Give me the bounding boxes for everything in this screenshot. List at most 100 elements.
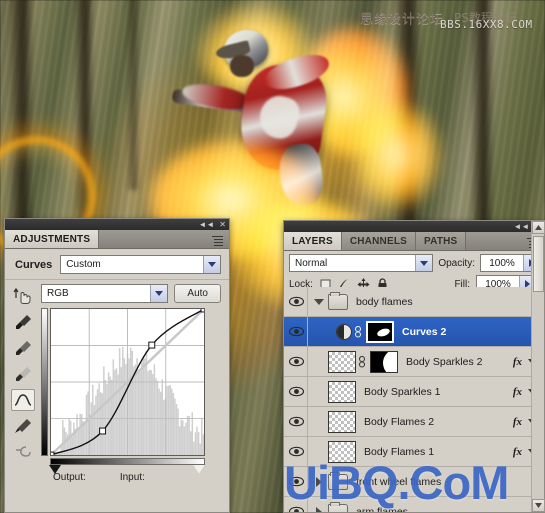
- layer-visibility-toggle[interactable]: [286, 437, 308, 466]
- layer-name: Body Flames 1: [364, 445, 435, 458]
- layer-name: Body Sparkles 1: [364, 385, 441, 398]
- layer-thumbnail[interactable]: [328, 350, 356, 373]
- channel-select-value: RGB: [47, 288, 69, 299]
- gray-point-eyedropper-icon[interactable]: [11, 337, 35, 359]
- input-label: Input:: [119, 472, 145, 483]
- layers-scrollbar[interactable]: [531, 221, 545, 512]
- collapse-icon[interactable]: ◄◄: [513, 222, 529, 231]
- layer-row[interactable]: body flames: [284, 287, 544, 317]
- folder-icon: [328, 291, 348, 310]
- curves-toolbar: [5, 280, 41, 483]
- eye-glyph: [289, 296, 304, 307]
- layer-name: arm flames: [356, 505, 408, 513]
- eye-glyph: [289, 416, 304, 427]
- layer-effects-icon[interactable]: fx: [513, 416, 522, 428]
- blend-opacity-row: Normal Opacity: 100%: [289, 254, 539, 272]
- layer-name: Body Sparkles 2: [406, 355, 483, 368]
- group-expand-toggle[interactable]: [308, 506, 326, 512]
- layer-row[interactable]: Body Sparkles 2 fx: [284, 347, 544, 377]
- scroll-down-icon[interactable]: [532, 499, 545, 512]
- eye-glyph: [289, 386, 304, 397]
- eye-glyph: [289, 446, 304, 457]
- layer-effects-icon[interactable]: fx: [513, 386, 522, 398]
- layer-list[interactable]: body flames Curves 2 Body Sparkles 2 fx …: [284, 287, 544, 512]
- channel-row: RGB Auto: [41, 284, 221, 303]
- scroll-up-icon[interactable]: [532, 221, 545, 234]
- layer-row[interactable]: Body Flames 1 fx: [284, 437, 544, 467]
- adjustments-body: Curves Custom RGB Auto Output: Input:: [5, 249, 229, 483]
- black-point-slider[interactable]: [49, 465, 61, 474]
- eye-glyph: [289, 476, 304, 487]
- tree-trunk: [470, 0, 494, 250]
- black-point-eyedropper-icon[interactable]: [11, 311, 35, 333]
- curves-graph[interactable]: [50, 308, 205, 456]
- layer-name: body flames: [356, 295, 413, 308]
- input-gradient-bar: [50, 458, 205, 465]
- tab-paths[interactable]: PATHS: [416, 232, 467, 250]
- layer-row[interactable]: Curves 2: [284, 317, 544, 347]
- curve-plot: [51, 309, 204, 456]
- smooth-curve-icon[interactable]: [11, 441, 35, 463]
- tab-channels[interactable]: CHANNELS: [341, 232, 417, 250]
- layer-visibility-toggle[interactable]: [286, 407, 308, 436]
- link-mask-icon[interactable]: [356, 355, 368, 368]
- layer-name: Curves 2: [402, 325, 447, 338]
- layer-thumbnail[interactable]: [328, 410, 356, 433]
- layer-mask-thumbnail[interactable]: [370, 350, 398, 373]
- layers-titlebar: ◄◄ ✕: [284, 221, 544, 232]
- layer-visibility-toggle[interactable]: [286, 287, 308, 316]
- preset-select-value: Custom: [66, 259, 101, 270]
- white-point-eyedropper-icon[interactable]: [11, 363, 35, 385]
- blend-mode-select[interactable]: Normal: [289, 254, 434, 272]
- layer-mask-thumbnail[interactable]: [366, 320, 394, 343]
- adjustments-panel: ◄◄ ✕ ADJUSTMENTS Curves Custom RGB Auto …: [4, 218, 230, 513]
- channel-select[interactable]: RGB: [41, 284, 169, 303]
- on-image-adjust-icon[interactable]: [11, 285, 35, 307]
- curve-tool-icon[interactable]: [11, 389, 35, 411]
- pencil-tool-icon[interactable]: [11, 415, 35, 437]
- layer-row[interactable]: Body Sparkles 1 fx: [284, 377, 544, 407]
- curves-preset-row: Curves Custom: [5, 249, 229, 280]
- layer-visibility-toggle[interactable]: [286, 317, 308, 346]
- rider-face: [230, 55, 254, 77]
- layers-panel: ◄◄ ✕ LAYERS CHANNELS PATHS Normal Opacit…: [283, 220, 545, 513]
- curves-adjustment-icon[interactable]: [336, 323, 352, 340]
- chevron-down-icon[interactable]: [150, 285, 168, 302]
- layer-thumbnail[interactable]: [328, 380, 356, 403]
- tab-layers[interactable]: LAYERS: [284, 232, 342, 250]
- adjustments-titlebar: ◄◄ ✕: [5, 219, 229, 230]
- layer-visibility-toggle[interactable]: [286, 377, 308, 406]
- screenshot-root: 思缘设计论坛 PS教程论坛 BBS.16XX8.COM ◄◄ ✕ ADJUSTM…: [0, 0, 545, 513]
- layer-row[interactable]: arm flames: [284, 497, 544, 512]
- scrollbar-thumb[interactable]: [533, 236, 544, 292]
- curves-graph-wrapper: [41, 308, 207, 474]
- layer-thumbnail[interactable]: [328, 440, 356, 463]
- tab-adjustments[interactable]: ADJUSTMENTS: [5, 230, 100, 248]
- curves-label: Curves: [15, 258, 53, 271]
- folder-icon: [328, 471, 348, 490]
- link-mask-icon[interactable]: [352, 325, 364, 338]
- blend-mode-value: Normal: [295, 257, 328, 269]
- chevron-down-icon[interactable]: [203, 256, 220, 273]
- collapse-icon[interactable]: ◄◄: [198, 220, 214, 229]
- layer-visibility-toggle[interactable]: [286, 467, 308, 496]
- auto-button[interactable]: Auto: [174, 284, 221, 303]
- layer-name: Body Flames 2: [364, 415, 435, 428]
- layer-visibility-toggle[interactable]: [286, 497, 308, 512]
- preset-select[interactable]: Custom: [60, 255, 221, 274]
- group-expand-toggle[interactable]: [308, 476, 326, 487]
- group-expand-toggle[interactable]: [308, 298, 326, 305]
- white-point-slider[interactable]: [193, 465, 205, 474]
- folder-icon: [328, 501, 348, 512]
- layer-effects-icon[interactable]: fx: [513, 446, 522, 458]
- panel-menu-icon[interactable]: [212, 234, 225, 246]
- close-icon[interactable]: ✕: [219, 220, 226, 229]
- opacity-label: Opacity:: [438, 257, 475, 269]
- chevron-down-icon[interactable]: [415, 255, 433, 271]
- layer-row[interactable]: front wheel flames: [284, 467, 544, 497]
- adjustments-tabstrip: ADJUSTMENTS: [5, 230, 229, 249]
- curves-editor: RGB Auto Output: Input:: [5, 280, 229, 483]
- layer-visibility-toggle[interactable]: [286, 347, 308, 376]
- layer-effects-icon[interactable]: fx: [513, 356, 522, 368]
- layer-row[interactable]: Body Flames 2 fx: [284, 407, 544, 437]
